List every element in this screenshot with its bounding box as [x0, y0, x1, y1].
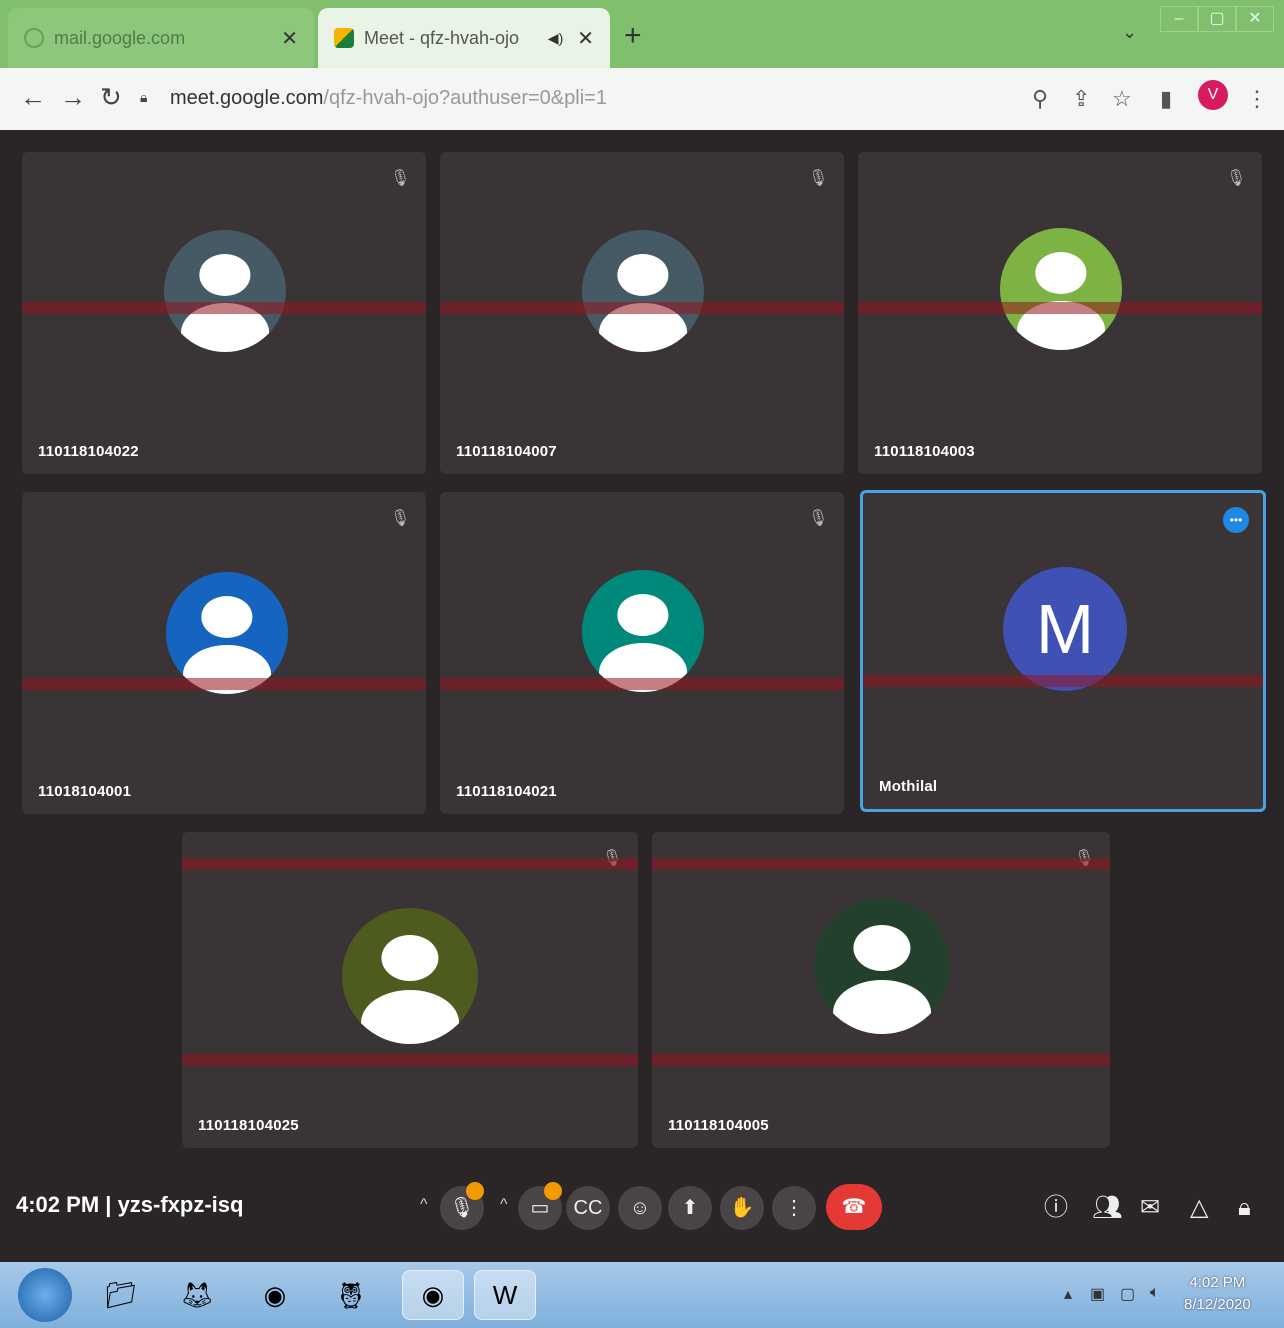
reload-icon[interactable]: ↻ — [100, 82, 122, 112]
close-tab-icon[interactable]: ✕ — [281, 26, 298, 51]
meeting-info: 4:02 PM | yzs-fxpz-isq — [16, 1192, 243, 1218]
meeting-details-icon[interactable]: ⓘ — [1044, 1194, 1068, 1222]
avatar — [166, 572, 288, 694]
file-explorer-icon[interactable]: 📁︎ — [96, 1270, 146, 1320]
share-icon[interactable]: ⇪ — [1072, 86, 1090, 112]
avatar — [814, 898, 950, 1034]
camera-options-chevron-icon[interactable]: ^ — [500, 1196, 508, 1214]
activities-icon[interactable]: △ — [1190, 1194, 1208, 1222]
meeting-time: 4:02 PM — [16, 1192, 100, 1217]
more-options-icon[interactable]: ••• — [1223, 507, 1249, 533]
firefox-icon[interactable]: 🦊︎ — [172, 1270, 222, 1320]
raise-hand-button[interactable]: ✋ — [720, 1186, 764, 1230]
participant-tile[interactable]: 🎙︎ 110118104025 — [182, 832, 638, 1148]
participant-tile[interactable]: 🎙︎ 110118104005 — [652, 832, 1110, 1148]
mic-options-chevron-icon[interactable]: ^ — [420, 1196, 428, 1214]
display-icon[interactable]: ▢ — [1120, 1284, 1135, 1304]
globe-icon — [24, 28, 44, 48]
participant-name: 11018104001 — [38, 783, 132, 800]
address-bar[interactable]: 🔒︎ meet.google.com/qfz-hvah-ojo?authuser… — [140, 78, 1020, 118]
mic-muted-icon: 🎙︎ — [808, 510, 829, 527]
close-tab-icon[interactable]: ✕ — [577, 26, 594, 51]
chat-icon[interactable]: ✉ — [1140, 1194, 1160, 1222]
speaker-icon[interactable]: ◀︎) — [548, 30, 563, 47]
back-icon[interactable]: ← — [20, 82, 46, 112]
warning-badge-icon — [466, 1182, 484, 1200]
present-screen-button[interactable]: ⬆ — [668, 1186, 712, 1230]
participant-name: 110118104005 — [668, 1117, 769, 1134]
maximize-button[interactable]: ▢ — [1198, 6, 1236, 32]
side-panel-icon[interactable]: ▮ — [1160, 86, 1172, 112]
tray-expand-icon[interactable]: ▴ — [1064, 1284, 1072, 1304]
participant-name: Mothilal — [879, 778, 938, 795]
minimize-button[interactable]: – — [1160, 6, 1198, 32]
mic-muted-icon: 🎙︎ — [1226, 170, 1247, 187]
start-button[interactable] — [18, 1268, 72, 1322]
meeting-code: yzs-fxpz-isq — [117, 1192, 244, 1217]
browser-toolbar: ← → ↻ 🔒︎ meet.google.com/qfz-hvah-ojo?au… — [0, 68, 1284, 130]
participant-name: 110118104007 — [456, 443, 557, 460]
tab-title: mail.google.com — [54, 27, 186, 48]
url-path: /qfz-hvah-ojo?authuser=0&pli=1 — [323, 86, 607, 109]
avatar — [164, 230, 286, 352]
tab-meet[interactable]: Meet - qfz-hvah-ojo ◀︎) ✕ — [318, 8, 610, 68]
browser-tab-strip: mail.google.com ✕ Meet - qfz-hvah-ojo ◀︎… — [0, 0, 1284, 68]
participant-name: 110118104021 — [456, 783, 557, 800]
profile-avatar[interactable]: V — [1198, 80, 1228, 110]
emoji-reaction-button[interactable]: ☺ — [618, 1186, 662, 1230]
new-tab-button[interactable]: + — [624, 18, 642, 54]
avatar: M — [1003, 567, 1127, 691]
forward-icon[interactable]: → — [60, 82, 86, 112]
volume-icon[interactable]: 🔈︎ — [1150, 1284, 1160, 1302]
window-controls: – ▢ ✕ — [1160, 6, 1274, 32]
participant-name: 110118104003 — [874, 443, 975, 460]
participant-tile[interactable]: 🎙︎ 110118104022 — [22, 152, 426, 474]
mic-muted-icon: 🎙︎ — [390, 510, 411, 527]
more-options-button[interactable]: ⋮ — [772, 1186, 816, 1230]
participant-tile[interactable]: 🎙︎ 110118104007 — [440, 152, 844, 474]
avatar-letter: M — [1035, 590, 1095, 668]
zoom-search-icon[interactable]: ⚲ — [1032, 86, 1048, 112]
participant-tile[interactable]: 🎙︎ 110118104003 — [858, 152, 1262, 474]
participant-tile[interactable]: 🎙︎ 110118104021 — [440, 492, 844, 814]
app-owl-icon[interactable]: 🦉︎ — [326, 1270, 376, 1320]
captions-button[interactable]: CC — [566, 1186, 610, 1230]
taskbar-clock[interactable]: 4:02 PM 8/12/2020 — [1184, 1272, 1251, 1316]
clock-date: 8/12/2020 — [1184, 1296, 1251, 1313]
mic-muted-icon: 🎙︎ — [390, 170, 411, 187]
meet-icon — [334, 28, 354, 48]
mic-muted-icon: 🎙︎ — [808, 170, 829, 187]
avatar — [582, 230, 704, 352]
participant-tile-selected[interactable]: ••• M Mothilal — [860, 490, 1266, 812]
avatar — [582, 570, 704, 692]
chrome-icon[interactable]: ◉ — [250, 1270, 300, 1320]
separator: | — [105, 1192, 112, 1217]
url-host: meet.google.com — [170, 86, 324, 109]
chrome-active-icon[interactable]: ◉ — [402, 1270, 464, 1320]
tab-gmail[interactable]: mail.google.com ✕ — [8, 8, 314, 68]
bookmark-star-icon[interactable]: ☆ — [1112, 86, 1132, 112]
participant-tile[interactable]: 🎙︎ 11018104001 — [22, 492, 426, 814]
clock-time: 4:02 PM — [1189, 1274, 1246, 1291]
word-icon[interactable]: W — [474, 1270, 536, 1320]
avatar — [342, 908, 478, 1044]
people-icon[interactable]: 👥︎ — [1092, 1194, 1122, 1222]
participant-name: 110118104025 — [198, 1117, 299, 1134]
host-controls-icon[interactable]: 🔒︎ — [1238, 1194, 1251, 1222]
close-window-button[interactable]: ✕ — [1236, 6, 1274, 32]
windows-taskbar: 📁︎ 🦊︎ ◉ 🦉︎ ◉ W ▴ ▣ ▢ 🔈︎ 4:02 PM 8/12/202… — [0, 1262, 1284, 1328]
end-call-button[interactable]: ☎ — [826, 1184, 882, 1230]
warning-badge-icon — [544, 1182, 562, 1200]
menu-dots-icon[interactable]: ⋮ — [1246, 86, 1268, 112]
lock-icon: 🔒︎ — [140, 89, 148, 105]
tab-title: Meet - qfz-hvah-ojo — [364, 27, 520, 48]
network-icon[interactable]: ▣ — [1090, 1284, 1105, 1304]
participant-name: 110118104022 — [38, 443, 139, 460]
tab-search-button[interactable]: ⌄ — [1122, 22, 1137, 43]
avatar — [1000, 228, 1122, 350]
